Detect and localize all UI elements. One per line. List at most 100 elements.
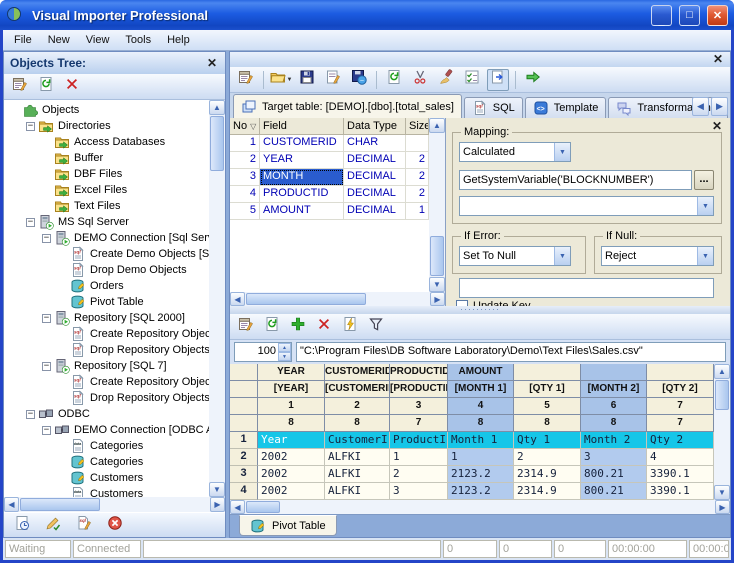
preview-header-cell[interactable]: [QTY 2] [647,381,714,398]
field-name[interactable]: PRODUCTID [260,186,344,203]
field-row[interactable]: 1CUSTOMERIDCHAR [230,135,429,152]
preview-header-cell[interactable]: [MONTH 2] [581,381,647,398]
field-row[interactable]: 3MONTHDECIMAL2 [230,169,429,186]
column-header-datatype[interactable]: Data Type [344,118,406,135]
preview-header-cell[interactable]: 8 [258,415,325,432]
properties-button[interactable] [235,69,257,91]
preview-header-cell[interactable]: [QTY 1] [514,381,581,398]
objects-tree-close-button[interactable]: ✕ [205,56,219,70]
field-grid-horizontal-scrollbar[interactable]: ◀ ▶ [230,292,445,306]
update-key-checkbox[interactable] [456,300,468,306]
tree-item-customers[interactable]: Customers [4,470,209,486]
chevron-down-icon[interactable]: ▼ [554,143,570,161]
scroll-left-icon[interactable]: ◀ [230,292,245,306]
scroll-up-icon[interactable]: ▲ [209,100,225,115]
scroll-right-icon[interactable]: ▶ [210,497,225,512]
delete-button[interactable] [313,316,335,338]
scroll-up-icon[interactable]: ▲ [429,118,445,133]
tab-pivot-table[interactable]: Pivot Table [239,515,337,536]
tree-item-dbf-files[interactable]: DBF Files [4,166,209,182]
preview-cell[interactable]: 1 [390,449,448,466]
preview-header-cell[interactable]: [CUSTOMERID] [325,381,390,398]
field-row[interactable]: 2YEARDECIMAL2 [230,152,429,169]
tree-item-excel-files[interactable]: Excel Files [4,182,209,198]
scrollbar-thumb[interactable] [210,116,224,171]
preview-cell[interactable]: 800.21 [581,483,647,500]
tree-item-orders[interactable]: Orders [4,278,209,294]
tree-item-categories[interactable]: Categories [4,454,209,470]
source-file-path-input[interactable]: "C:\Program Files\DB Software Laboratory… [296,342,726,362]
tree-item-demo-connection-odbc-access[interactable]: −DEMO Connection [ODBC Access] [4,422,209,438]
field-row[interactable]: 5AMOUNTDECIMAL1 [230,203,429,220]
preview-header-cell[interactable]: 8 [325,415,390,432]
stop-button[interactable] [104,514,126,536]
mapping-type-select[interactable]: Calculated ▼ [459,142,571,162]
save-db-button[interactable] [348,69,370,91]
preview-header-cell[interactable]: YEAR [258,364,325,381]
preview-header-cell[interactable] [581,364,647,381]
preview-cell[interactable]: 2123.2 [448,483,514,500]
scroll-right-icon[interactable]: ▶ [430,292,445,306]
preview-cell[interactable]: 2314.9 [514,466,581,483]
schedule-button[interactable] [11,514,33,536]
tree-item-repository-sql-7[interactable]: −Repository [SQL 7] [4,358,209,374]
preview-cell[interactable]: 800.21 [581,466,647,483]
add-button[interactable] [287,316,309,338]
preview-header-cell[interactable]: 1 [258,398,325,415]
preview-header-cell[interactable]: [YEAR] [258,381,325,398]
preview-data-row[interactable]: 1YearCustomerIProductIMonth 1Qty 1Month … [230,432,714,449]
expander-icon[interactable]: − [26,410,35,419]
preview-cell[interactable]: 3 [581,449,647,466]
tree-item-drop-repository-objects[interactable]: sqlDrop Repository Objects [4,342,209,358]
preview-cell[interactable]: Month 1 [448,432,514,449]
run-button[interactable] [522,69,544,91]
spin-down-icon[interactable]: ▼ [278,352,291,361]
preview-header-cell[interactable]: [MONTH 1] [448,381,514,398]
tree-item-create-demo-objects-script[interactable]: sqlCreate Demo Objects [Script] [4,246,209,262]
scroll-up-icon[interactable]: ▲ [714,364,730,379]
spin-up-icon[interactable]: ▲ [278,343,291,352]
cut-button[interactable] [409,69,431,91]
delete-button[interactable] [61,76,83,98]
tree-item-repository-sql-2000[interactable]: −Repository [SQL 2000] [4,310,209,326]
scroll-left-icon[interactable]: ◀ [230,500,245,514]
horizontal-splitter[interactable]: ·········· [230,306,730,314]
field-name[interactable]: CUSTOMERID [260,135,344,152]
preview-horizontal-scrollbar[interactable]: ◀ ▶ [230,500,730,514]
preview-cell[interactable]: 3 [390,483,448,500]
tree-item-demo-connection-sql-server[interactable]: −DEMO Connection [Sql Server] [4,230,209,246]
preview-cell[interactable]: Qty 1 [514,432,581,449]
mapping-extra-input[interactable] [459,278,714,298]
menu-new[interactable]: New [40,32,78,48]
check-form-button[interactable] [461,69,483,91]
if-error-select[interactable]: Set To Null ▼ [459,246,571,266]
scroll-left-icon[interactable]: ◀ [4,497,19,512]
if-null-select[interactable]: Reject ▼ [601,246,714,266]
properties-button[interactable] [9,76,31,98]
preview-header-cell[interactable]: 2 [325,398,390,415]
title-bar[interactable]: Visual Importer Professional _ □ ✕ [0,0,734,30]
chevron-down-icon[interactable]: ▼ [554,247,570,265]
preview-header-cell[interactable]: 5 [514,398,581,415]
minimize-button[interactable]: _ [651,5,672,26]
menu-file[interactable]: File [6,32,40,48]
scroll-down-icon[interactable]: ▼ [429,277,445,292]
tree-item-ms-sql-server[interactable]: −MS Sql Server [4,214,209,230]
filter-button[interactable] [365,316,387,338]
tree-item-access-databases[interactable]: Access Databases [4,134,209,150]
menu-tools[interactable]: Tools [117,32,159,48]
wizard-button[interactable] [339,316,361,338]
scrollbar-thumb[interactable] [246,501,280,513]
expander-icon[interactable]: − [42,362,51,371]
field-name[interactable]: AMOUNT [260,203,344,220]
tab-sql[interactable]: sqlSQL [464,97,523,118]
expander-icon[interactable]: − [42,426,51,435]
scroll-down-icon[interactable]: ▼ [714,485,730,500]
preview-cell[interactable]: 4 [647,449,714,466]
preview-header-cell[interactable]: 3 [390,398,448,415]
properties-button[interactable] [235,316,257,338]
tree-item-text-files[interactable]: Text Files [4,198,209,214]
scrollbar-thumb[interactable] [20,498,100,511]
tree-item-categories[interactable]: dataCategories [4,438,209,454]
field-grid-vertical-scrollbar[interactable]: ▲ ▼ [429,118,445,292]
